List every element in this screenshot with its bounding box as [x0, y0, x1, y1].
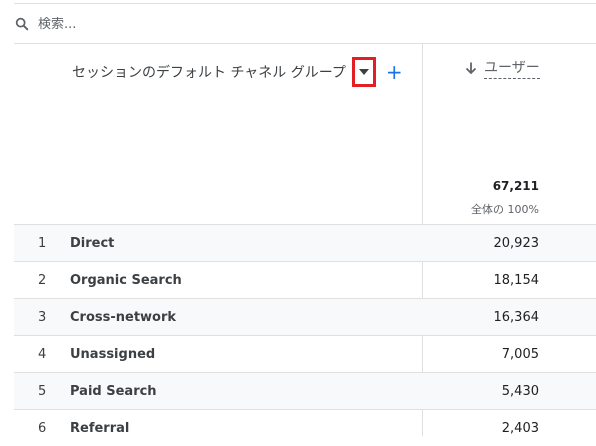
- row-channel: Direct: [70, 235, 115, 251]
- row-value: 2,403: [501, 420, 539, 436]
- row-value: 7,005: [501, 346, 539, 362]
- row-value: 16,364: [493, 309, 540, 325]
- row-rank: 1: [38, 235, 47, 251]
- search-bar[interactable]: [14, 10, 414, 38]
- arrow-down-icon: [465, 62, 477, 75]
- dimension-title: セッションのデフォルト チャネル グループ: [72, 65, 346, 81]
- row-channel: Referral: [70, 420, 130, 436]
- dimension-header: セッションのデフォルト チャネル グループ +: [72, 57, 403, 87]
- row-rank: 4: [38, 346, 47, 362]
- data-table: 1 Direct 20,923 2 Organic Search 18,154 …: [14, 224, 596, 446]
- table-row[interactable]: 1 Direct 20,923: [14, 224, 596, 261]
- table-row[interactable]: 6 Referral 2,403: [14, 409, 596, 446]
- metric-label[interactable]: ユーザー: [484, 57, 540, 79]
- metric-total: 67,211: [492, 179, 539, 193]
- row-rank: 6: [38, 420, 47, 436]
- dimension-dropdown-button[interactable]: [351, 57, 376, 87]
- top-divider: [14, 3, 596, 4]
- row-value: 20,923: [493, 235, 540, 251]
- row-channel: Paid Search: [70, 383, 157, 399]
- table-row[interactable]: 4 Unassigned 7,005: [14, 335, 596, 372]
- row-rank: 2: [38, 272, 47, 288]
- table-row[interactable]: 5 Paid Search 5,430: [14, 372, 596, 409]
- row-channel: Organic Search: [70, 272, 182, 288]
- table-row[interactable]: 3 Cross-network 16,364: [14, 298, 596, 335]
- search-divider: [14, 43, 596, 44]
- caret-down-icon: [358, 69, 369, 75]
- row-rank: 3: [38, 309, 47, 325]
- row-value: 5,430: [501, 383, 539, 399]
- search-icon: [15, 17, 29, 31]
- add-dimension-button[interactable]: +: [386, 62, 403, 82]
- metric-header[interactable]: ユーザー: [464, 57, 540, 79]
- row-channel: Unassigned: [70, 346, 156, 362]
- row-rank: 5: [38, 383, 47, 399]
- row-channel: Cross-network: [70, 309, 177, 325]
- metric-total-percent: 全体の 100%: [471, 203, 539, 216]
- table-row[interactable]: 2 Organic Search 18,154: [14, 261, 596, 298]
- search-input[interactable]: [38, 16, 338, 32]
- row-value: 18,154: [493, 272, 540, 288]
